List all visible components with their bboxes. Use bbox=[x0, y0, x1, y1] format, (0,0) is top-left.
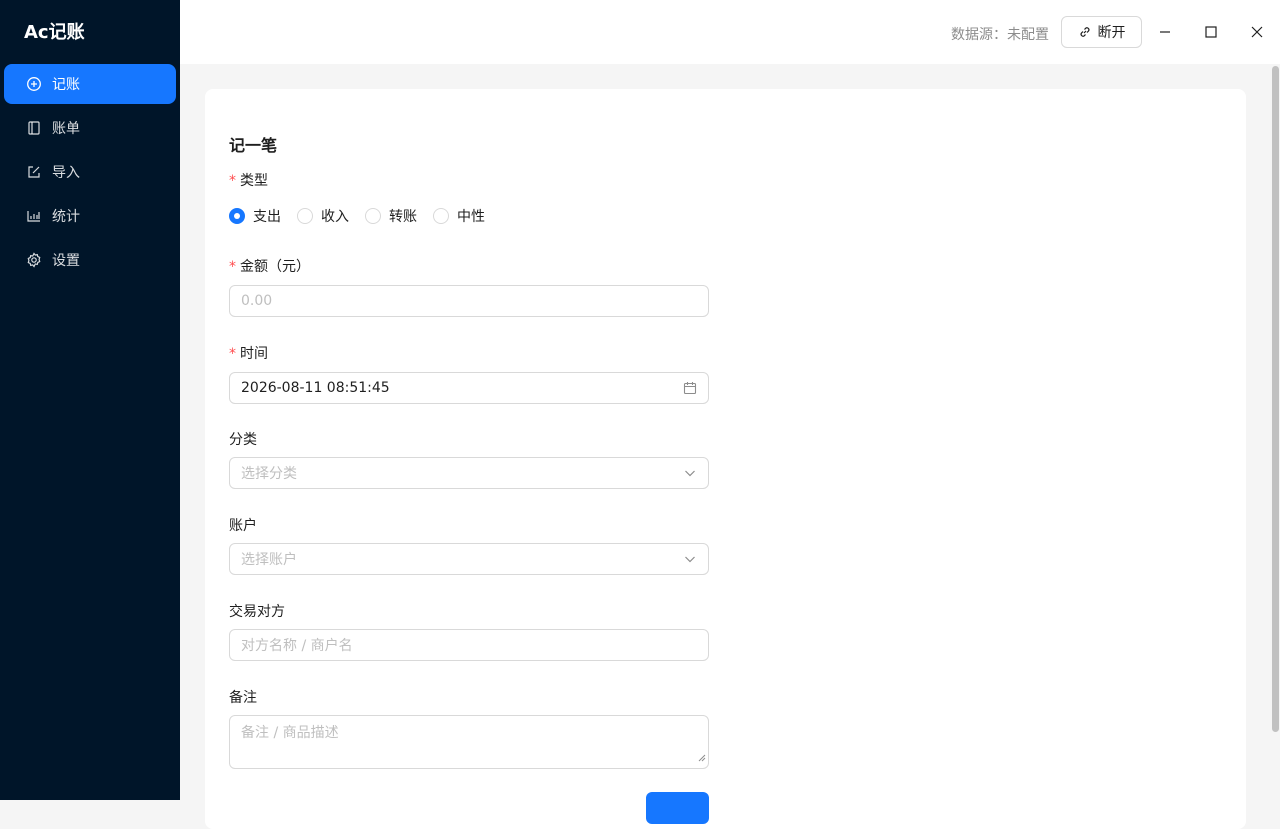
radio-unchecked-icon bbox=[365, 208, 381, 224]
sidebar-item-label: 统计 bbox=[52, 209, 80, 225]
radio-label: 转账 bbox=[389, 209, 417, 225]
sidebar-item-stats[interactable]: 统计 bbox=[4, 196, 176, 236]
account-placeholder: 选择账户 bbox=[241, 552, 297, 568]
type-radio-income[interactable]: 收入 bbox=[297, 206, 349, 226]
radio-unchecked-icon bbox=[297, 208, 313, 224]
record-form-card: 记一笔 * 类型 支出 收入 转账 中性 * 金额（元） 0.00 * 时间 2… bbox=[205, 89, 1246, 829]
radio-label: 支出 bbox=[253, 209, 281, 225]
disconnect-button[interactable]: 断开 bbox=[1061, 16, 1142, 48]
chevron-down-icon bbox=[683, 466, 697, 480]
radio-checked-icon bbox=[229, 208, 245, 224]
sidebar-item-record[interactable]: 记账 bbox=[4, 64, 176, 104]
amount-label: * 金额（元） bbox=[229, 256, 310, 276]
time-picker[interactable]: 2026-08-11 08:51:45 bbox=[229, 372, 709, 404]
minimize-icon bbox=[1159, 26, 1171, 38]
sidebar-item-bills[interactable]: 账单 bbox=[4, 108, 176, 148]
gear-icon bbox=[26, 252, 42, 268]
edit-square-icon bbox=[26, 164, 42, 180]
plus-circle-icon bbox=[26, 76, 42, 92]
resize-handle-icon[interactable] bbox=[698, 750, 706, 766]
sidebar-item-label: 记账 bbox=[52, 77, 80, 93]
note-placeholder: 备注 / 商品描述 bbox=[241, 725, 339, 741]
type-radio-neutral[interactable]: 中性 bbox=[433, 206, 485, 226]
radio-label: 收入 bbox=[321, 209, 349, 225]
type-radio-group: 支出 收入 转账 中性 bbox=[229, 206, 501, 226]
link-icon bbox=[1078, 25, 1092, 39]
calendar-icon bbox=[683, 381, 697, 395]
bar-chart-icon bbox=[26, 208, 42, 224]
datasource-status: 数据源：未配置 bbox=[951, 27, 1049, 43]
book-icon bbox=[26, 120, 42, 136]
sidebar-item-settings[interactable]: 设置 bbox=[4, 240, 176, 280]
required-mark: * bbox=[229, 346, 236, 362]
time-label-text: 时间 bbox=[240, 346, 268, 362]
app-logo: Ac记账 bbox=[24, 22, 85, 43]
radio-label: 中性 bbox=[457, 209, 485, 225]
sidebar-item-label: 导入 bbox=[52, 165, 80, 181]
required-mark: * bbox=[229, 259, 236, 275]
chevron-down-icon bbox=[683, 552, 697, 566]
amount-label-text: 金额（元） bbox=[240, 259, 310, 275]
category-placeholder: 选择分类 bbox=[241, 466, 297, 482]
note-label: 备注 bbox=[229, 690, 257, 706]
sidebar: Ac记账 记账 账单 导入 统计 设置 bbox=[0, 0, 180, 800]
sidebar-item-label: 账单 bbox=[52, 121, 80, 137]
category-label: 分类 bbox=[229, 432, 257, 448]
maximize-icon bbox=[1205, 26, 1217, 38]
scrollbar-thumb[interactable] bbox=[1272, 66, 1279, 732]
time-value: 2026-08-11 08:51:45 bbox=[241, 380, 390, 396]
maximize-button[interactable] bbox=[1199, 20, 1223, 44]
sidebar-nav: 记账 账单 导入 统计 设置 bbox=[0, 64, 180, 284]
counterparty-input[interactable]: 对方名称 / 商户名 bbox=[229, 629, 709, 661]
main-content: 记一笔 * 类型 支出 收入 转账 中性 * 金额（元） 0.00 * 时间 2… bbox=[180, 64, 1280, 829]
close-icon bbox=[1251, 26, 1263, 38]
amount-input[interactable]: 0.00 bbox=[229, 285, 709, 317]
close-button[interactable] bbox=[1245, 20, 1269, 44]
counterparty-label: 交易对方 bbox=[229, 604, 285, 620]
counterparty-placeholder: 对方名称 / 商户名 bbox=[241, 638, 353, 654]
type-radio-transfer[interactable]: 转账 bbox=[365, 206, 417, 226]
disconnect-label: 断开 bbox=[1097, 25, 1126, 41]
content-scrollbar[interactable] bbox=[1270, 64, 1280, 800]
note-textarea[interactable]: 备注 / 商品描述 bbox=[229, 715, 709, 769]
time-label: * 时间 bbox=[229, 343, 268, 363]
top-header: 数据源：未配置 断开 bbox=[180, 0, 1280, 64]
minimize-button[interactable] bbox=[1153, 20, 1177, 44]
account-label: 账户 bbox=[229, 518, 257, 534]
amount-placeholder: 0.00 bbox=[241, 293, 273, 309]
account-select[interactable]: 选择账户 bbox=[229, 543, 709, 575]
type-radio-expense[interactable]: 支出 bbox=[229, 206, 281, 226]
submit-button[interactable] bbox=[646, 792, 709, 824]
sidebar-item-label: 设置 bbox=[52, 253, 80, 269]
form-title: 记一笔 bbox=[229, 136, 278, 155]
type-label-text: 类型 bbox=[240, 173, 268, 189]
required-mark: * bbox=[229, 173, 236, 189]
type-label: * 类型 bbox=[229, 170, 268, 190]
radio-unchecked-icon bbox=[433, 208, 449, 224]
sidebar-item-import[interactable]: 导入 bbox=[4, 152, 176, 192]
category-select[interactable]: 选择分类 bbox=[229, 457, 709, 489]
